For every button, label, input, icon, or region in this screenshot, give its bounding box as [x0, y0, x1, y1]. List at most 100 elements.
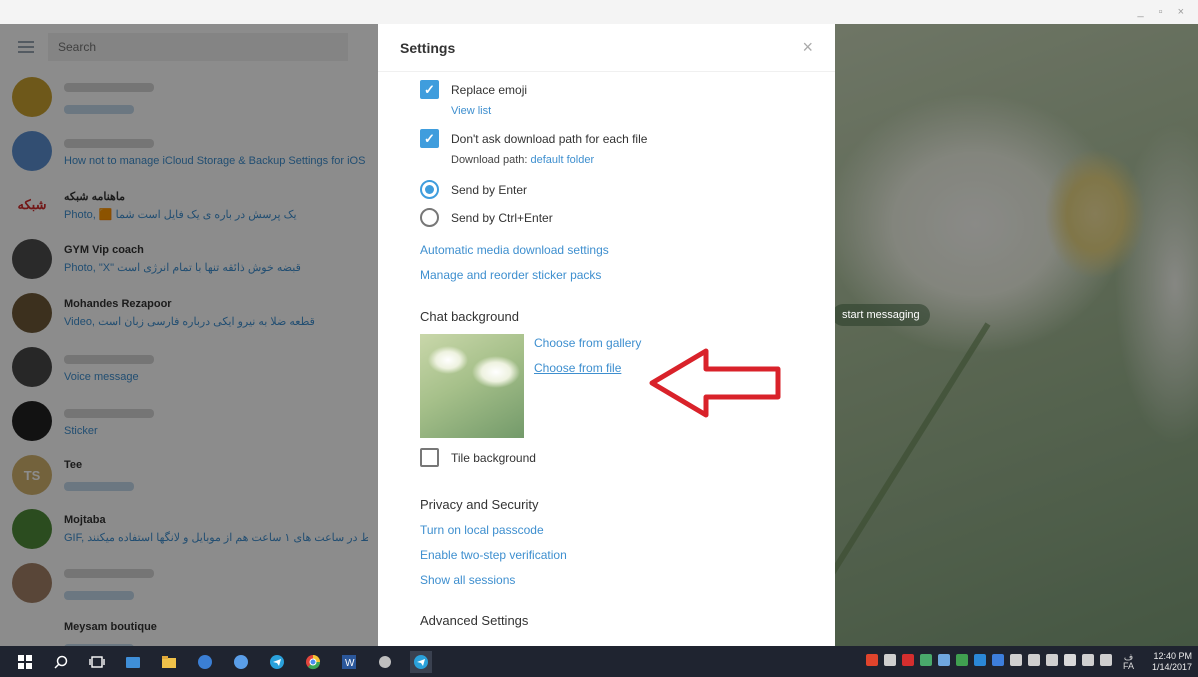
two-step-verification-link[interactable]: Enable two-step verification: [420, 548, 835, 562]
app-icon-1[interactable]: [194, 651, 216, 673]
download-path-label: Download path:: [451, 154, 528, 166]
chat-list-item[interactable]: [0, 70, 378, 124]
send-ctrl-enter-label: Send by Ctrl+Enter: [451, 210, 553, 225]
chat-list-item[interactable]: TS Tee: [0, 448, 378, 502]
dont-ask-download-label: Don't ask download path for each file: [451, 131, 648, 146]
manage-sticker-packs-link[interactable]: Manage and reorder sticker packs: [420, 268, 835, 282]
choose-from-file-link[interactable]: Choose from file: [534, 361, 641, 375]
show-sessions-link[interactable]: Show all sessions: [420, 573, 835, 587]
chat-name: Tee: [64, 459, 83, 471]
send-enter-radio[interactable]: [420, 180, 439, 199]
chat-preview: Voice message: [64, 370, 139, 383]
clock-date: 1/14/2017: [1151, 662, 1192, 672]
download-path-link[interactable]: default folder: [531, 154, 595, 166]
clock-time: 12:40 PM: [1153, 651, 1192, 661]
view-list-link[interactable]: View list: [451, 105, 835, 117]
dont-ask-download-checkbox[interactable]: ✓: [420, 129, 439, 148]
chat-list-item[interactable]: شبکه ماهنامه شبکه Photo, 🟧 یک پرسش در باره…: [0, 178, 378, 232]
replace-emoji-checkbox[interactable]: ✓: [420, 80, 439, 99]
chat-text: How not to manage iCloud Storage & Backu…: [64, 136, 378, 167]
tray-icon[interactable]: [956, 654, 968, 666]
chat-text: [64, 80, 378, 114]
chat-list-panel: How not to manage iCloud Storage & Backu…: [0, 24, 378, 646]
chat-background-area: [794, 24, 1198, 646]
telegram-active-icon[interactable]: [410, 650, 432, 673]
svg-text:W: W: [345, 658, 355, 669]
choose-from-gallery-link[interactable]: Choose from gallery: [534, 336, 641, 350]
chat-text: Voice message: [64, 352, 378, 383]
tray-icon[interactable]: [902, 654, 914, 666]
file-explorer-icon[interactable]: [158, 651, 180, 673]
chat-preview: Photo, "X" قبضه خوش ذائقه تنها با تمام ا…: [64, 262, 301, 274]
chat-list-item[interactable]: Meysam boutique: [0, 610, 378, 646]
chat-list: How not to manage iCloud Storage & Backu…: [0, 70, 378, 646]
tray-icon[interactable]: [1064, 654, 1076, 666]
window-titlebar: _ ▫ ×: [0, 0, 1198, 24]
chat-list-item[interactable]: [0, 556, 378, 610]
chat-text: [64, 566, 378, 600]
start-messaging-hint: start messaging: [832, 304, 930, 326]
windows-start-icon[interactable]: [14, 651, 36, 673]
telegram-icon[interactable]: [266, 651, 288, 673]
tray-icon[interactable]: [992, 654, 1004, 666]
tray-icon[interactable]: [938, 654, 950, 666]
chat-list-item[interactable]: Mohandes Rezapoor Video, قطعه ضلا به نیرو…: [0, 286, 378, 340]
tray-icon[interactable]: [1010, 654, 1022, 666]
word-icon[interactable]: W: [338, 651, 360, 673]
chat-name: ماهنامه شبکه: [64, 190, 126, 203]
tray-icon[interactable]: [920, 654, 932, 666]
tray-icon[interactable]: [1046, 654, 1058, 666]
avatar: [12, 239, 52, 279]
auto-media-download-link[interactable]: Automatic media download settings: [420, 243, 835, 257]
tile-background-label: Tile background: [451, 450, 536, 465]
tray-icon[interactable]: [974, 654, 986, 666]
chat-list-item[interactable]: How not to manage iCloud Storage & Backu…: [0, 124, 378, 178]
app-icon-2[interactable]: [230, 651, 252, 673]
taskbar-clock[interactable]: 12:40 PM 1/14/2017: [1152, 651, 1192, 673]
send-ctrl-enter-row[interactable]: Send by Ctrl+Enter: [420, 208, 835, 227]
avatar: [12, 509, 52, 549]
hamburger-menu-icon[interactable]: [18, 41, 34, 53]
chat-list-item[interactable]: Mojtaba GIF, ی فقط در ساعت های ۱ ساعت هم …: [0, 502, 378, 556]
chat-preview: GIF, ی فقط در ساعت های ۱ ساعت هم از موبا…: [64, 532, 368, 544]
close-icon[interactable]: ×: [802, 37, 813, 58]
chat-list-item[interactable]: GYM Vip coach Photo, "X" قبضه خوش ذائقه ت…: [0, 232, 378, 286]
chat-text: Tee: [64, 459, 378, 491]
chat-background-title: Chat background: [420, 309, 520, 324]
blurred-name: [64, 354, 154, 364]
system-tray: [866, 654, 1112, 666]
chat-preview: Video, قطعه ضلا به نیرو ایکی درباره فارس…: [64, 316, 315, 328]
local-passcode-link[interactable]: Turn on local passcode: [420, 523, 835, 537]
chat-list-item[interactable]: Voice message: [0, 340, 378, 394]
tray-icon[interactable]: [884, 654, 896, 666]
chat-list-item[interactable]: Sticker: [0, 394, 378, 448]
tile-background-checkbox[interactable]: [420, 448, 439, 467]
store-icon[interactable]: [122, 651, 144, 673]
tray-icon[interactable]: [1100, 654, 1112, 666]
avatar: [12, 563, 52, 603]
task-view-icon[interactable]: [86, 651, 108, 673]
replace-emoji-row[interactable]: ✓ Replace emoji: [420, 80, 835, 99]
chat-text: Mohandes Rezapoor Video, قطعه ضلا به نیرو…: [64, 298, 378, 328]
tray-icon[interactable]: [866, 654, 878, 666]
send-enter-row[interactable]: Send by Enter: [420, 180, 835, 199]
chat-text: GYM Vip coach Photo, "X" قبضه خوش ذائقه ت…: [64, 244, 378, 274]
avatar: TS: [12, 455, 52, 495]
search-icon[interactable]: [50, 651, 72, 673]
chat-text: Meysam boutique: [64, 621, 378, 646]
search-input[interactable]: [48, 33, 348, 61]
avatar: [12, 131, 52, 171]
chat-preview: Photo, 🟧 یک پرسش در باره ی یک فایل است ش…: [64, 208, 297, 221]
tray-icon[interactable]: [1082, 654, 1094, 666]
app-icon-3[interactable]: [374, 651, 396, 673]
blurred-preview: [64, 482, 134, 491]
replace-emoji-label: Replace emoji: [451, 82, 528, 97]
download-path-row[interactable]: ✓ Don't ask download path for each file: [420, 129, 835, 148]
send-ctrl-enter-radio[interactable]: [420, 208, 439, 227]
language-indicator[interactable]: ف FA: [1123, 653, 1134, 671]
chrome-icon[interactable]: [302, 651, 324, 673]
window-controls[interactable]: _ ▫ ×: [1137, 6, 1190, 18]
tray-icon[interactable]: [1028, 654, 1040, 666]
chat-preview: Sticker: [64, 424, 98, 437]
tile-background-row[interactable]: Tile background: [420, 448, 835, 467]
